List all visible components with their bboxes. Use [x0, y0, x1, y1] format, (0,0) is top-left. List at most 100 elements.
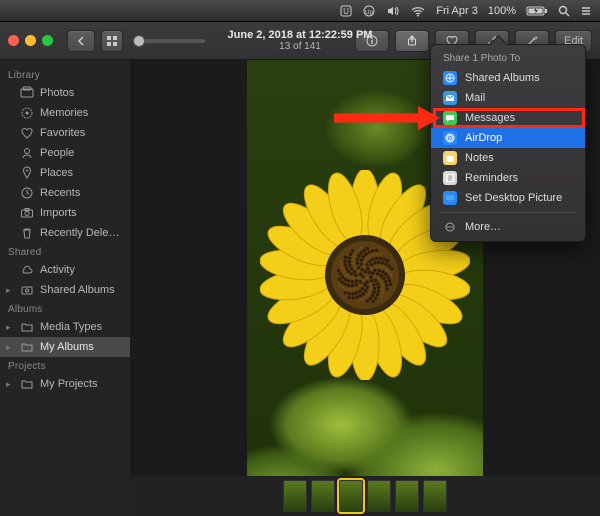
sidebar-item-memories[interactable]: Memories [0, 103, 130, 123]
cloud-icon [20, 263, 34, 277]
share-menu-item-messages[interactable]: Messages [431, 108, 585, 128]
sidebar-item-recents[interactable]: Recents [0, 183, 130, 203]
filmstrip-thumb[interactable] [367, 480, 391, 512]
share-menu-item-label: AirDrop [465, 132, 502, 144]
airdrop-icon [443, 131, 457, 145]
sidebar-section-header: Shared [0, 243, 130, 260]
filmstrip-thumb-current[interactable] [339, 480, 363, 512]
share-popover: Share 1 Photo ToShared Albums Mail Message… [430, 44, 586, 242]
toolbar-title-block: June 2, 2018 at 12:22:59 PM 13 of 141 [228, 29, 373, 52]
svg-text:Up: Up [365, 10, 373, 16]
grid-view-button[interactable] [101, 30, 123, 52]
close-window-button[interactable] [8, 35, 19, 46]
more-icon [443, 220, 457, 234]
sidebar-section-header: Albums [0, 300, 130, 317]
menubar-battery-pct: 100% [488, 5, 516, 17]
share-menu-item-mail[interactable]: Mail [431, 88, 585, 108]
heart-icon [20, 126, 34, 140]
sidebar-item-label: Imports [40, 207, 77, 219]
minimize-window-button[interactable] [25, 35, 36, 46]
share-menu-item-airdrop[interactable]: AirDrop [431, 128, 585, 148]
desktop-icon [443, 191, 457, 205]
sidebar-item-imports[interactable]: Imports [0, 203, 130, 223]
sidebar-item-my-albums[interactable]: ▸ My Albums [0, 337, 130, 357]
text-tool-menu-icon[interactable]: U [340, 5, 352, 17]
disclosure-triangle-icon[interactable]: ▸ [6, 285, 14, 296]
sidebar-item-recently-dele[interactable]: Recently Dele… [0, 223, 130, 243]
sidebar-item-media-types[interactable]: ▸ Media Types [0, 317, 130, 337]
share-menu-item-label: Notes [465, 152, 494, 164]
filmstrip-thumb[interactable] [283, 480, 307, 512]
photo-count-subtitle: 13 of 141 [228, 41, 373, 52]
share-popover-header: Share 1 Photo To [431, 51, 585, 68]
spotlight-menu-icon[interactable] [558, 5, 570, 17]
share-menu-item-label: Messages [465, 112, 515, 124]
filmstrip[interactable] [130, 476, 600, 516]
folder-icon [20, 377, 34, 391]
window-controls [8, 35, 53, 46]
volume-menu-icon[interactable] [386, 5, 400, 17]
sidebar-item-favorites[interactable]: Favorites [0, 123, 130, 143]
battery-icon[interactable] [526, 5, 548, 17]
share-menu-item-label: Mail [465, 92, 485, 104]
filmstrip-thumb[interactable] [395, 480, 419, 512]
sidebar-section-header: Library [0, 66, 130, 83]
sidebar-item-label: Activity [40, 264, 75, 276]
reminders-icon [443, 171, 457, 185]
sidebar-item-label: Recently Dele… [40, 227, 119, 239]
share-menu-item-label: Set Desktop Picture [465, 192, 562, 204]
mail-icon [443, 91, 457, 105]
macos-menubar: U Up Fri Apr 3 100% [0, 0, 600, 22]
folder-icon [20, 320, 34, 334]
sidebar-item-label: Media Types [40, 321, 102, 333]
share-menu-item-more[interactable]: More… [431, 217, 585, 237]
pin-icon [20, 166, 34, 180]
sidebar-item-people[interactable]: People [0, 143, 130, 163]
zoom-slider[interactable] [133, 39, 205, 43]
notes-icon [443, 151, 457, 165]
photos-icon [20, 86, 34, 100]
zoom-window-button[interactable] [42, 35, 53, 46]
filmstrip-thumb[interactable] [311, 480, 335, 512]
menubar-clock[interactable]: Fri Apr 3 [436, 5, 478, 17]
share-menu-more-label: More… [465, 221, 501, 233]
disclosure-triangle-icon[interactable]: ▸ [6, 322, 14, 333]
sidebar-item-activity[interactable]: Activity [0, 260, 130, 280]
share-menu-item-label: Reminders [465, 172, 518, 184]
share-button[interactable] [395, 30, 429, 52]
sidebar-item-label: Shared Albums [40, 284, 115, 296]
shared-icon [443, 71, 457, 85]
photo-date-title: June 2, 2018 at 12:22:59 PM [228, 29, 373, 41]
share-menu-item-reminders[interactable]: Reminders [431, 168, 585, 188]
sidebar-item-my-projects[interactable]: ▸My Projects [0, 374, 130, 394]
camera-icon [20, 206, 34, 220]
wifi-menu-icon[interactable] [410, 5, 426, 17]
sidebar-item-label: My Albums [40, 341, 94, 353]
source-list-sidebar: LibraryPhotos Memories Favorites People Plac… [0, 60, 130, 516]
disclosure-triangle-icon[interactable]: ▸ [6, 379, 14, 390]
sidebar-item-places[interactable]: Places [0, 163, 130, 183]
share-menu-item-notes[interactable]: Notes [431, 148, 585, 168]
sidebar-item-label: Places [40, 167, 73, 179]
menu-separator [439, 212, 577, 213]
sidebar-item-label: Favorites [40, 127, 85, 139]
share-menu-item-shared-albums[interactable]: Shared Albums [431, 68, 585, 88]
sidebar-section-header: Projects [0, 357, 130, 374]
sidebar-item-label: Memories [40, 107, 88, 119]
filmstrip-thumb[interactable] [423, 480, 447, 512]
messages-icon [443, 111, 457, 125]
disclosure-triangle-icon[interactable]: ▸ [6, 342, 14, 353]
upwork-menu-icon[interactable]: Up [362, 5, 376, 17]
people-icon [20, 146, 34, 160]
memories-icon [20, 106, 34, 120]
clock-icon [20, 186, 34, 200]
trash-icon [20, 226, 34, 240]
notification-center-icon[interactable] [580, 5, 592, 17]
share-menu-item-set-desktop-picture[interactable]: Set Desktop Picture [431, 188, 585, 208]
svg-text:U: U [343, 7, 349, 16]
shared-icon [20, 283, 34, 297]
back-button[interactable] [67, 30, 95, 52]
sidebar-item-shared-albums[interactable]: ▸ Shared Albums [0, 280, 130, 300]
sidebar-item-photos[interactable]: Photos [0, 83, 130, 103]
sidebar-item-label: Recents [40, 187, 80, 199]
